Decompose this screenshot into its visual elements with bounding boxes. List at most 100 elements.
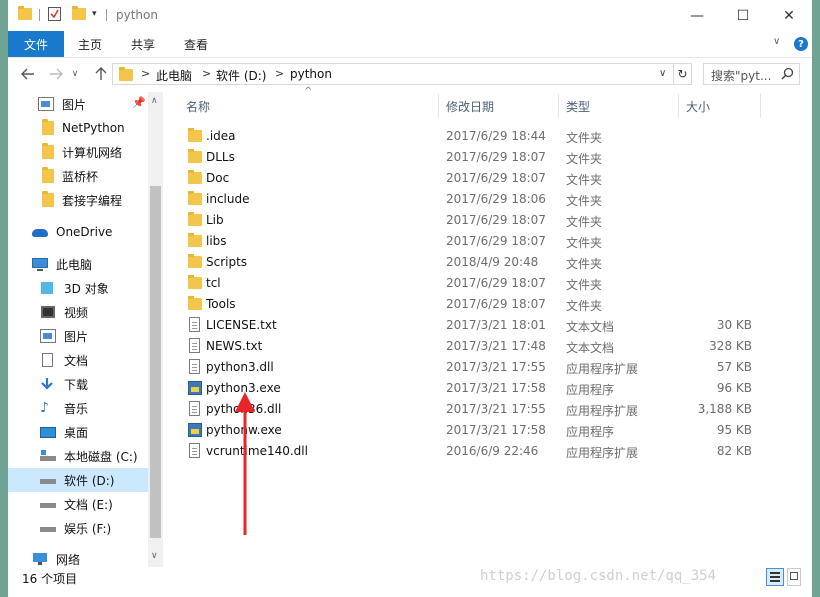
file-row[interactable]: Scripts 2018/4/9 20:48 文件夹 [180,252,760,273]
breadcrumb-this-pc[interactable]: 此电脑 [156,67,192,84]
qat-dropdown-icon[interactable]: ▾ [92,9,97,19]
file-type: 文件夹 [566,278,603,292]
address-dropdown-icon[interactable]: ∨ [659,68,666,79]
file-size: 3,188 KB [697,402,752,416]
tab-home[interactable]: 主页 [78,31,102,57]
properties-icon[interactable] [48,7,61,21]
column-divider[interactable] [760,94,761,118]
file-size: 30 KB [716,318,752,332]
file-type: 文件夹 [566,152,603,166]
column-header-modified[interactable]: 修改日期 [446,94,494,118]
nav-scrollbar-thumb[interactable] [150,186,161,538]
column-header-size[interactable]: 大小 [686,94,710,118]
help-icon[interactable]: ? [794,37,808,51]
breadcrumb-drive-d[interactable]: 软件 (D:) [216,67,266,84]
nav-item-netpython[interactable]: NetPython [8,116,148,140]
nav-item-this-pc[interactable]: 此电脑 [8,252,148,276]
window-folder-icon [18,6,32,20]
nav-item-pictures-quick[interactable]: 图片 📌 [8,92,148,116]
file-row[interactable]: LICENSE.txt 2017/3/21 18:01 文本文档 30 KB [180,315,760,336]
breadcrumb-python[interactable]: python [290,67,332,81]
nav-item-computer-network[interactable]: 计算机网络 [8,140,148,164]
new-folder-icon[interactable] [72,6,86,20]
nav-item-socket-programming[interactable]: 套接字编程 [8,188,148,212]
nav-item-drive-e[interactable]: 文档 (E:) [8,492,148,516]
column-divider[interactable] [438,94,439,118]
file-row[interactable]: libs 2017/6/29 18:07 文件夹 [180,231,760,252]
file-row[interactable]: DLLs 2017/6/29 18:07 文件夹 [180,147,760,168]
sort-ascending-icon: ^ [304,86,313,97]
nav-item-drive-d[interactable]: 软件 (D:) [8,468,148,492]
file-row[interactable]: Lib 2017/6/29 18:07 文件夹 [180,210,760,231]
details-view-button[interactable] [766,568,784,586]
file-row[interactable]: python3.dll 2017/3/21 17:55 应用程序扩展 57 KB [180,357,760,378]
nav-item-label: 本地磁盘 (C:) [64,449,138,464]
expand-ribbon-icon[interactable]: ∨ [773,36,780,47]
search-input[interactable]: 搜索"pyt... [711,67,771,84]
nav-item-label: 此电脑 [56,257,93,272]
file-size: 96 KB [716,381,752,395]
file-row[interactable]: tcl 2017/6/29 18:07 文件夹 [180,273,760,294]
tab-file[interactable]: 文件 [8,31,64,57]
refresh-button[interactable]: ↻ [674,63,692,85]
status-item-count: 16 个项目 [22,572,78,586]
chevron-right-icon[interactable]: > [202,67,211,80]
file-type: 文件夹 [566,131,603,145]
file-row[interactable]: python36.dll2017/3/21 17:55应用程序扩展3,188 K… [180,399,760,420]
file-name: python3.dll [206,360,274,374]
chevron-right-icon[interactable]: > [275,67,284,80]
up-button[interactable] [90,64,112,84]
file-modified: 2016/6/9 22:46 [446,444,539,458]
address-bar[interactable]: > 此电脑 > 软件 (D:) > python ∨ [112,63,674,85]
file-row[interactable]: pythonw.exe 2017/3/21 17:58 应用程序 95 KB [180,420,760,441]
column-divider[interactable] [558,94,559,118]
nav-item-videos[interactable]: 视频 [8,300,148,324]
tab-view[interactable]: 查看 [184,31,208,57]
nav-item-onedrive[interactable]: OneDrive [8,220,148,244]
nav-item-pictures[interactable]: 图片 [8,324,148,348]
search-box[interactable]: 搜索"pyt... [703,63,800,85]
forward-button[interactable] [45,64,67,84]
file-row[interactable]: include 2017/6/29 18:06 文件夹 [180,189,760,210]
nav-item-lanqiao[interactable]: 蓝桥杯 [8,164,148,188]
file-name: libs [206,234,227,248]
nav-item-label: 视频 [64,305,89,320]
scroll-down-icon[interactable]: ∨ [151,551,158,561]
file-row[interactable]: Tools 2017/6/29 18:07 文件夹 [180,294,760,315]
python-exe-icon [188,381,202,395]
file-row[interactable]: Doc 2017/6/29 18:07 文件夹 [180,168,760,189]
maximize-button[interactable]: ☐ [720,0,766,31]
nav-item-downloads[interactable]: 下载 [8,372,148,396]
scroll-up-icon[interactable]: ∧ [151,96,158,106]
file-row[interactable]: vcruntime140.dll 2016/6/9 22:46 应用程序扩展 82 K… [180,441,760,462]
file-size: 82 KB [716,444,752,458]
recent-locations-icon[interactable]: ∨ [68,64,82,84]
file-row[interactable]: NEWS.txt 2017/3/21 17:48 文本文档 328 KB [180,336,760,357]
file-row[interactable]: .idea 2017/6/29 18:44 文件夹 [180,126,760,147]
large-icons-view-button[interactable] [787,568,801,586]
file-row[interactable]: python3.exe 2017/3/21 17:58 应用程序 96 KB [180,378,760,399]
tab-share[interactable]: 共享 [131,31,155,57]
nav-item-music[interactable]: ♪ 音乐 [8,396,148,420]
dll-file-icon [189,443,200,458]
folder-icon [188,254,202,268]
back-button[interactable] [17,64,39,84]
pin-icon[interactable]: 📌 [132,96,146,109]
column-header-type[interactable]: 类型 [566,94,590,118]
close-button[interactable]: ✕ [766,0,812,31]
column-divider[interactable] [678,94,679,118]
column-header-name[interactable]: 名称 [186,94,210,118]
nav-item-drive-c[interactable]: 本地磁盘 (C:) [8,444,148,468]
nav-item-drive-f[interactable]: 娱乐 (F:) [8,516,148,540]
forward-arrow-icon [50,68,63,80]
file-size: 57 KB [716,360,752,374]
minimize-button[interactable]: — [674,0,720,31]
nav-item-label: 娱乐 (F:) [64,521,112,536]
nav-item-label: 3D 对象 [64,281,109,296]
pictures-icon [38,97,54,111]
nav-item-documents[interactable]: 文档 [8,348,148,372]
nav-item-network[interactable]: 网络 [8,548,148,570]
search-icon[interactable] [781,67,794,80]
nav-item-desktop[interactable]: 桌面 [8,420,148,444]
nav-item-3d-objects[interactable]: 3D 对象 [8,276,148,300]
